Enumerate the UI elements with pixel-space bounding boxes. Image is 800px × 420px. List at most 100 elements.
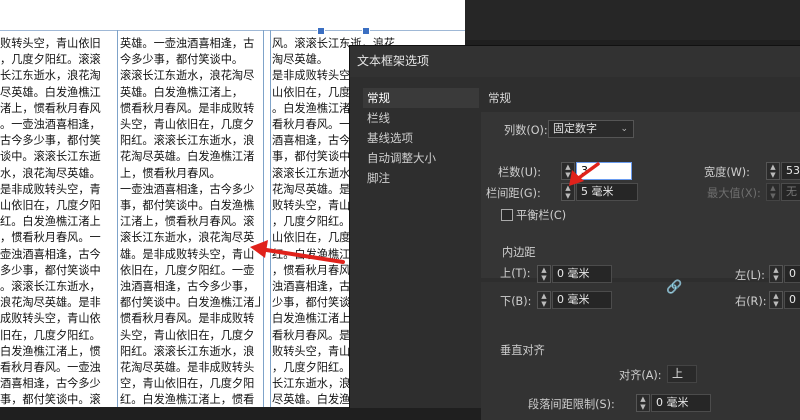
column-count-input[interactable]: 3	[576, 162, 632, 180]
inset-left-input[interactable]: 0	[784, 265, 800, 283]
columns-type-dropdown[interactable]: 固定数字 ⌄	[548, 120, 634, 138]
nav-item-footnotes[interactable]: 脚注	[363, 168, 479, 188]
max-width-input[interactable]: 无	[781, 183, 800, 201]
text-frame-border	[0, 30, 465, 31]
text-line: 惯看秋月春风。是非成败转	[120, 101, 255, 115]
text-line: 长江东逝水，浪花淘	[0, 69, 101, 83]
text-line: 酒喜相逢，古今多少	[0, 377, 101, 391]
inset-left-label: 左(L):	[735, 269, 765, 282]
text-line: 阳红。滚滚长江东逝水，浪	[120, 134, 255, 148]
column-guide	[270, 30, 271, 407]
text-line: ，惯看秋月春风。一	[0, 231, 101, 245]
text-line: 旧在，几度夕阳红。	[0, 328, 101, 342]
text-frame-options-dialog: 文本框架选项 常规 栏线 基线选项 自动调整大小 脚注 常规 列数(O): 固定…	[349, 45, 800, 420]
text-line: 空，青山依旧在，几度夕阳	[120, 377, 255, 391]
inset-left-stepper[interactable]: ▲ ▼	[769, 265, 783, 283]
text-line: 雄。是非成败转头空，青山	[120, 247, 255, 261]
column-guide	[263, 30, 264, 407]
inset-right-stepper[interactable]: ▲ ▼	[769, 291, 783, 309]
text-line: ，几度夕阳红。滚滚	[0, 53, 101, 67]
inset-right-input[interactable]: 0	[784, 291, 800, 309]
text-line: 滚滚长江东逝水，浪花淘尽	[120, 69, 255, 83]
nav-item-column-rules[interactable]: 栏线	[363, 108, 479, 128]
text-line: 依旧在，几度夕阳红。一壶	[120, 263, 255, 277]
text-line: 水，浪花淘尽英雄。	[0, 166, 101, 180]
column-width-stepper[interactable]: ▲ ▼	[766, 162, 780, 180]
columns-section: 列数(O): 固定数字 ⌄ 栏数(U): ▲ ▼ 3 宽度(W): ▲ ▼ 53 栏…	[481, 112, 800, 280]
paragraph-spacing-label: 段落间距限制(S):	[528, 398, 615, 411]
text-line: 阳红。滚滚长江东逝水，浪	[120, 344, 255, 358]
frame-handle[interactable]	[317, 27, 325, 35]
text-line: 败转头空，青山依旧	[0, 37, 101, 50]
link-icon[interactable]: 🔗	[666, 280, 682, 295]
nav-item-baseline-options[interactable]: 基线选项	[363, 128, 479, 148]
column-width-input[interactable]: 53	[781, 162, 800, 180]
text-column-1: 败转头空，青山依旧 ，几度夕阳红。滚滚 长江东逝水，浪花淘 尽英雄。白发渔樵江 渚上，惯…	[0, 36, 103, 407]
nav-item-general[interactable]: 常规	[363, 88, 479, 108]
inset-top-stepper[interactable]: ▲ ▼	[537, 265, 551, 283]
nav-item-auto-size[interactable]: 自动调整大小	[363, 148, 479, 168]
text-line: 浊酒喜相逢，古今多少事，	[120, 280, 255, 294]
text-line: 头空，青山依旧在，几度夕	[120, 328, 255, 342]
dialog-title: 文本框架选项	[357, 54, 430, 68]
general-panel: 常规 列数(O): 固定数字 ⌄ 栏数(U): ▲ ▼ 3 宽度(W): ▲ ▼ 5…	[481, 84, 800, 420]
balance-columns-label: 平衡栏(C)	[516, 209, 567, 222]
gutter-input[interactable]: 5 毫米	[576, 183, 638, 201]
inset-bottom-stepper[interactable]: ▲ ▼	[537, 291, 551, 309]
text-column-2: 英雄。一壶浊酒喜相逢，古 今多少事，都付笑谈中。 滚滚长江东逝水，浪花淘尽 英雄。白发…	[120, 36, 260, 407]
text-line: 今多少事，都付笑谈中。	[120, 53, 244, 67]
text-line: 都付笑谈中。白发渔樵江渚上，	[120, 296, 260, 310]
text-line: 红。白发渔樵江渚上，惯看	[120, 393, 255, 407]
text-line: 浪花淘尽英雄。是非	[0, 296, 101, 310]
dialog-nav: 常规 栏线 基线选项 自动调整大小 脚注	[363, 88, 479, 188]
text-line: 滚长江东逝水，浪花淘尽英	[120, 231, 255, 245]
text-line: 看秋月春风。一壶浊	[0, 361, 101, 375]
panel-title: 常规	[488, 91, 511, 105]
inset-vertical-section: ▲ ▼ 0 毫米 下(B): ▲ ▼ 0 毫米 🔗 左(L): ▲ ▼ 0 右(R):…	[481, 265, 800, 420]
text-line: 白发渔樵江渚上，惯	[0, 344, 101, 358]
vertical-align-value: 上	[672, 367, 683, 380]
frame-handle[interactable]	[362, 27, 370, 35]
column-guide	[117, 30, 118, 407]
text-line: 江渚上，惯看秋月春风。滚	[120, 215, 255, 229]
vertical-align-title: 垂直对齐	[500, 344, 545, 357]
column-width-label: 宽度(W):	[704, 166, 750, 179]
balance-columns-checkbox[interactable]	[501, 209, 513, 221]
inset-top-label: 上(T):	[500, 267, 531, 280]
text-line: 。滚滚长江东逝水，	[0, 280, 101, 294]
text-line: 一壶浊酒喜相逢，古今多少	[120, 182, 255, 196]
vertical-align-label: 对齐(A):	[619, 369, 662, 382]
text-line: 渚上，惯看秋月春风	[0, 101, 101, 115]
paragraph-spacing-input[interactable]: 0 毫米	[651, 394, 711, 412]
text-line: 。一壶浊酒喜相逢，	[0, 118, 101, 132]
text-line: 花淘尽英雄。白发渔樵江渚	[120, 150, 255, 164]
text-line: 谈中。滚滚长江东逝	[0, 150, 101, 164]
columns-type-label: 列数(O):	[504, 124, 548, 137]
gutter-stepper[interactable]: ▲ ▼	[561, 183, 575, 201]
text-line: 壶浊酒喜相逢，古今	[0, 247, 101, 261]
text-line: 头空，青山依旧在，几度夕	[120, 118, 255, 132]
text-line: 是非成败转头空，青	[0, 182, 101, 196]
text-line: 惯看秋月春风。是非成败转	[120, 312, 255, 326]
column-count-label: 栏数(U):	[498, 166, 542, 179]
text-line: 山依旧在，几度夕阳	[0, 199, 101, 213]
text-line: 红。白发渔樵江渚上	[0, 215, 101, 229]
text-line: 多少事，都付笑谈中	[0, 263, 101, 277]
inset-title: 内边距	[502, 246, 536, 259]
inset-bottom-input[interactable]: 0 毫米	[552, 291, 612, 309]
text-line: 花淘尽英雄。是非成败转头	[120, 361, 255, 375]
vertical-align-dropdown[interactable]: 上	[667, 365, 697, 383]
dialog-titlebar[interactable]: 文本框架选项	[350, 46, 800, 77]
inset-top-input[interactable]: 0 毫米	[552, 265, 612, 283]
paragraph-spacing-stepper[interactable]: ▲ ▼	[636, 394, 650, 412]
inset-bottom-label: 下(B):	[500, 295, 532, 308]
text-line: 古今多少事，都付笑	[0, 134, 101, 148]
text-line: 事，都付笑谈中。滚	[0, 393, 101, 407]
text-line: 事，都付笑谈中。白发渔樵	[120, 199, 255, 213]
text-line: 成败转头空，青山依	[0, 312, 101, 326]
max-width-label: 最大值(X):	[707, 187, 761, 200]
gutter-label: 栏间距(G):	[486, 187, 541, 200]
column-count-stepper[interactable]: ▲ ▼	[561, 162, 575, 180]
text-line: 英雄。白发渔樵江渚上，	[120, 85, 244, 99]
max-width-stepper[interactable]: ▲ ▼	[766, 183, 780, 201]
